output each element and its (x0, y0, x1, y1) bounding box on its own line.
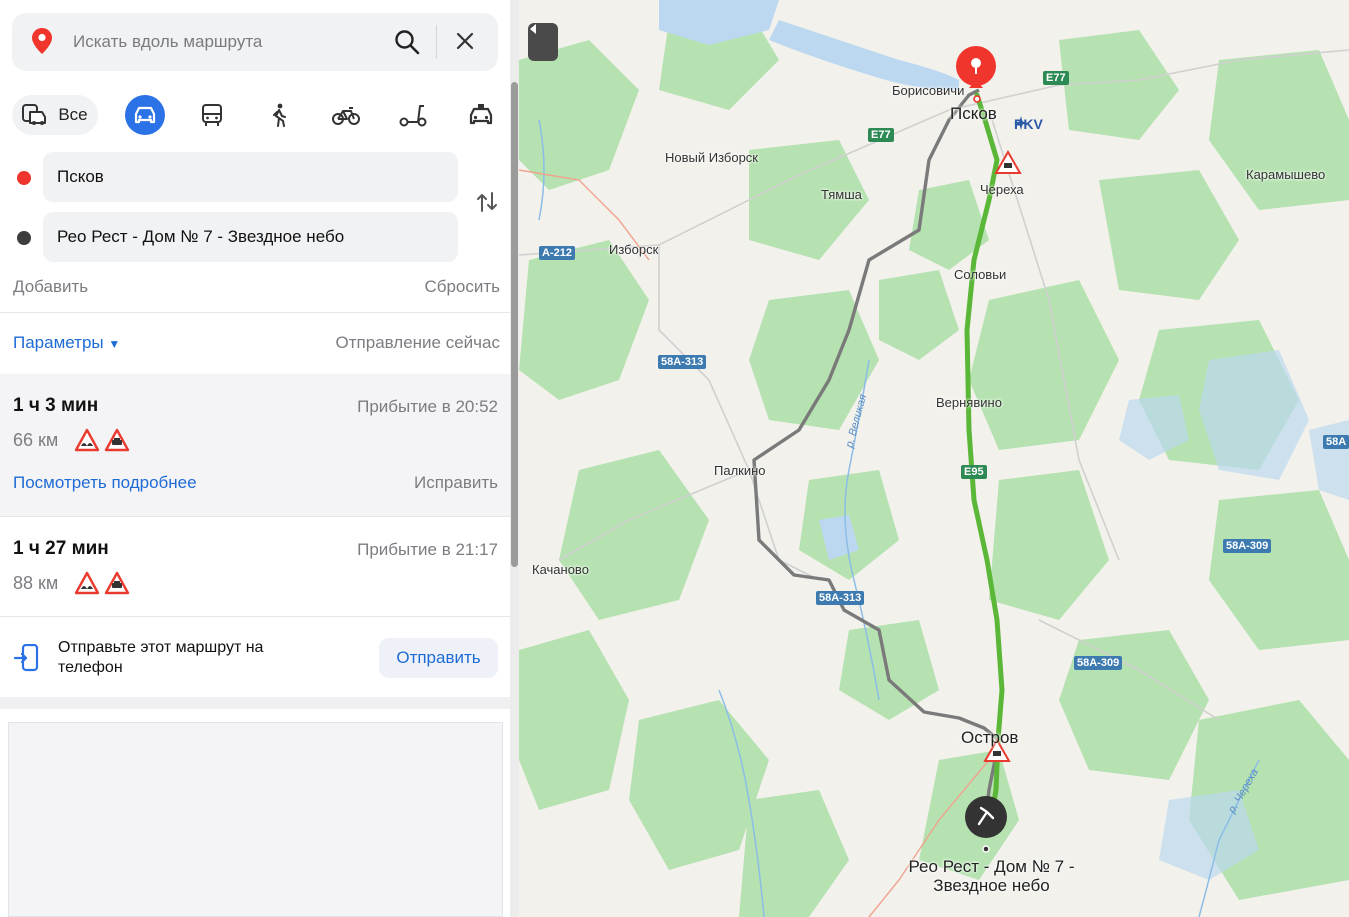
mode-taxi-button[interactable] (461, 95, 501, 135)
chevron-left-icon (530, 24, 536, 34)
parameters-dropdown[interactable]: Параметры ▼ (13, 333, 120, 353)
origin-field[interactable]: Псков (43, 152, 458, 202)
map-label-vernyavino: Вернявино (936, 395, 1002, 410)
road-shield-e77: E77 (868, 128, 894, 142)
send-button[interactable]: Отправить (379, 638, 498, 678)
departure-time-selector[interactable]: Отправление сейчас (336, 333, 500, 353)
pedestrian-icon (273, 103, 286, 127)
railway-crossing-warning-icon (104, 428, 130, 457)
road-shield-a212: А-212 (539, 246, 575, 260)
map-label-pskov: Псков (950, 104, 997, 123)
parameters-label: Параметры (13, 333, 104, 352)
caret-down-icon: ▼ (108, 337, 121, 351)
route-duration: 1 ч 27 мин (13, 538, 109, 559)
section-gap (0, 697, 510, 709)
airplane-icon (1014, 116, 1028, 130)
map-label-borisovichi: Борисовичи (892, 83, 965, 98)
road-shield-58a: 58А (1323, 435, 1349, 449)
map-label-chereha: Череха (980, 182, 1024, 197)
route-duration: 1 ч 3 мин (13, 395, 99, 416)
search-divider (436, 25, 437, 59)
route-details-link[interactable]: Посмотреть подробнее (13, 473, 197, 493)
divider (0, 312, 510, 313)
route-arrival: Прибытие в 21:17 (357, 540, 498, 559)
destination-dot-icon (17, 231, 31, 245)
reset-link[interactable]: Сбросить (424, 277, 500, 297)
map-label-tyamsha: Тямша (821, 187, 862, 202)
map-label-karamyshevo: Карамышево (1246, 167, 1326, 182)
map-canvas (519, 0, 1349, 917)
destination-field[interactable]: Рео Рест - Дом № 7 - Звездное небо (43, 212, 458, 262)
route-option-2[interactable]: 1 ч 27 мин Прибытие в 21:17 88 км (0, 517, 510, 616)
speed-bump-warning-icon (74, 428, 100, 457)
transport-modes: Все (12, 95, 498, 135)
scrollbar-thumb[interactable] (511, 82, 518, 567)
ad-placeholder (8, 722, 503, 917)
all-transport-icon (22, 104, 47, 125)
send-to-phone-panel: Отправьте этот маршрут на телефон Отправ… (0, 617, 510, 697)
close-icon[interactable] (455, 31, 475, 56)
taxi-icon (469, 104, 493, 125)
send-to-phone-text: Отправьте этот маршрут на телефон (58, 639, 264, 676)
mode-scooter-button[interactable] (393, 95, 433, 135)
route-distance: 66 км (13, 430, 59, 450)
map-label-palkino: Палкино (714, 463, 766, 478)
phone-send-icon (13, 643, 40, 677)
road-shield-e95: E95 (961, 465, 987, 479)
fix-route-link[interactable]: Исправить (414, 473, 498, 493)
mode-car-button[interactable] (125, 95, 165, 135)
route-search-box[interactable]: Искать вдоль маршрута (12, 13, 498, 71)
origin-dot-icon (17, 171, 31, 185)
map-view[interactable]: Борисовичи Псков PKV Новый Изборск Тямша… (519, 0, 1349, 917)
route-option-1[interactable]: 1 ч 3 мин Прибытие в 20:52 66 км Посмотр… (0, 374, 510, 517)
map-label-kachanovo: Качаново (532, 562, 589, 577)
search-icon[interactable] (394, 29, 420, 60)
route-distance: 88 км (13, 573, 59, 593)
road-shield-e77: E77 (1043, 71, 1069, 85)
speed-bump-warning-icon (74, 571, 100, 600)
mode-bus-button[interactable] (192, 95, 232, 135)
mode-all-label: Все (58, 105, 88, 124)
route-sidebar: Искать вдоль маршрута Все Псков Рео Рест… (0, 0, 512, 917)
swap-icon[interactable] (476, 191, 498, 218)
origin-value: Псков (57, 167, 104, 186)
bus-icon (202, 104, 222, 126)
bicycle-icon (332, 107, 360, 125)
airport-label: PKV (1014, 116, 1043, 132)
route-arrival: Прибытие в 20:52 (357, 397, 498, 416)
map-label-solovyi: Соловьи (954, 267, 1007, 282)
location-pin-icon (32, 28, 52, 59)
scooter-icon (399, 105, 427, 127)
search-input[interactable]: Искать вдоль маршрута (73, 32, 262, 52)
add-point-link[interactable]: Добавить (13, 277, 88, 297)
map-label-ostrov: Остров (961, 728, 1019, 747)
road-shield-58a-309: 58А-309 (1074, 656, 1123, 670)
sidebar-scrollbar[interactable] (510, 0, 519, 917)
map-label-novy-izborsk: Новый Изборск (665, 150, 758, 165)
mode-bike-button[interactable] (326, 95, 366, 135)
map-label-destination: Рео Рест - Дом № 7 - Звездное небо (908, 857, 1075, 895)
car-icon (134, 106, 156, 124)
railway-crossing-warning-icon (104, 571, 130, 600)
road-shield-58a-313: 58А-313 (658, 355, 707, 369)
mode-all-button[interactable]: Все (12, 95, 98, 135)
warning-triangle-icon (994, 149, 1022, 174)
map-label-izborsk: Изборск (609, 242, 659, 257)
mode-walk-button[interactable] (259, 95, 299, 135)
destination-value: Рео Рест - Дом № 7 - Звездное небо (57, 227, 345, 246)
road-shield-58a-313: 58А-313 (816, 591, 865, 605)
collapse-sidebar-button[interactable] (528, 23, 558, 61)
road-shield-58a-309: 58А-309 (1223, 539, 1272, 553)
